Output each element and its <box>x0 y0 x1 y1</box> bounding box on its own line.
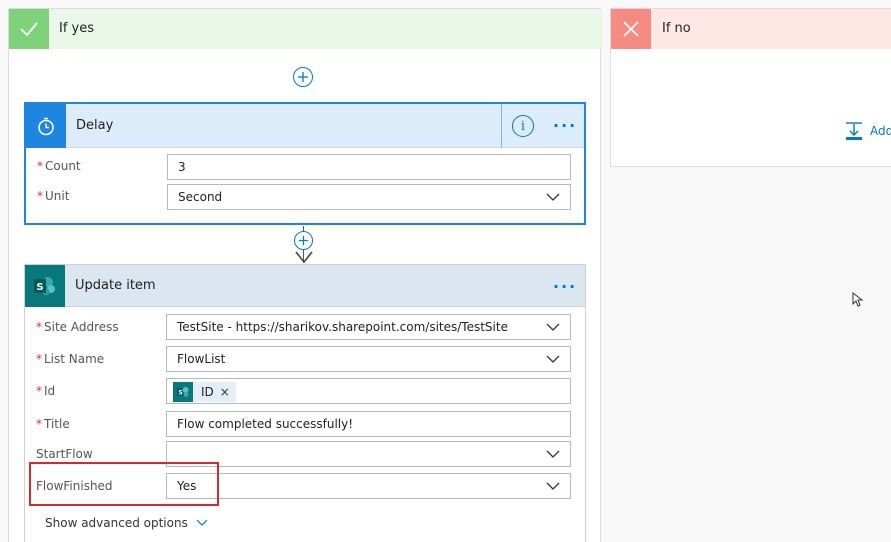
close-icon <box>611 9 651 49</box>
branch-if-yes-header[interactable]: If yes <box>9 9 602 49</box>
branch-if-no: If no Add <box>610 8 891 167</box>
start-flow-label: StartFlow <box>36 447 93 461</box>
list-name-dropdown[interactable]: FlowList <box>166 346 571 372</box>
update-item-card-header[interactable]: S Update item ··· <box>25 265 585 307</box>
arrow-down-icon <box>295 251 313 264</box>
chevron-down-icon <box>546 450 560 458</box>
site-address-value: TestSite - https://sharikov.sharepoint.c… <box>177 320 508 334</box>
show-advanced-options-label: Show advanced options <box>45 516 188 530</box>
id-label: * Id <box>36 384 56 398</box>
unit-value: Second <box>178 190 223 204</box>
highlight-box <box>29 462 219 506</box>
site-address-label: * Site Address <box>36 320 119 334</box>
flow-finished-dropdown[interactable]: Yes <box>166 473 571 499</box>
unit-dropdown[interactable]: Second <box>167 184 571 210</box>
chevron-down-icon <box>546 323 560 331</box>
delay-action-card: Delay i ··· * Count 3 * Unit Second <box>24 102 586 225</box>
update-item-card-title: Update item <box>75 278 156 293</box>
title-label: * Title <box>36 417 70 431</box>
header-divider <box>501 104 502 148</box>
chevron-down-icon <box>196 519 208 526</box>
branch-if-yes-title: If yes <box>59 21 95 36</box>
insert-step-icon <box>846 122 862 140</box>
checkmark-icon <box>9 9 49 49</box>
title-value: Flow completed successfully! <box>177 417 354 431</box>
add-action-button[interactable]: Add <box>844 121 891 141</box>
flow-designer-canvas: If yes If no Add Delay i ··· * Count 3 *… <box>0 0 891 542</box>
list-name-label: * List Name <box>36 352 105 366</box>
delay-card-title: Delay <box>76 118 114 133</box>
dynamic-content-token[interactable]: S ID × <box>173 382 236 402</box>
sharepoint-icon: S <box>25 265 65 307</box>
more-options-button[interactable]: ··· <box>553 116 577 135</box>
count-label: * Count <box>37 159 81 173</box>
timer-icon <box>26 104 66 148</box>
delay-card-header[interactable]: Delay i ··· <box>26 104 584 148</box>
start-flow-dropdown[interactable] <box>166 441 571 467</box>
info-button[interactable]: i <box>512 115 534 137</box>
show-advanced-options-link[interactable]: Show advanced options <box>45 516 208 530</box>
insert-step-button[interactable] <box>293 67 313 87</box>
chevron-down-icon <box>546 193 560 201</box>
count-value: 3 <box>178 160 186 174</box>
mouse-cursor-icon <box>852 292 864 307</box>
svg-text:S: S <box>178 390 182 397</box>
sharepoint-icon: S <box>173 382 193 402</box>
count-input[interactable]: 3 <box>167 154 571 180</box>
insert-step-button-2[interactable] <box>294 231 313 250</box>
info-icon: i <box>520 118 526 134</box>
remove-token-icon[interactable]: × <box>220 385 236 399</box>
id-input[interactable]: S ID × <box>166 378 571 404</box>
plus-icon <box>298 72 308 82</box>
branch-if-no-title: If no <box>662 21 691 36</box>
list-name-value: FlowList <box>177 352 226 366</box>
title-input[interactable]: Flow completed successfully! <box>166 411 571 437</box>
site-address-dropdown[interactable]: TestSite - https://sharikov.sharepoint.c… <box>166 314 571 340</box>
add-action-label: Add <box>870 124 891 138</box>
chevron-down-icon <box>546 482 560 490</box>
token-label: ID <box>201 385 214 399</box>
chevron-down-icon <box>546 355 560 363</box>
branch-if-no-header[interactable]: If no <box>611 9 891 49</box>
more-options-button[interactable]: ··· <box>553 277 577 296</box>
svg-text:S: S <box>36 282 43 293</box>
unit-label: * Unit <box>37 189 70 203</box>
plus-icon <box>298 235 309 246</box>
